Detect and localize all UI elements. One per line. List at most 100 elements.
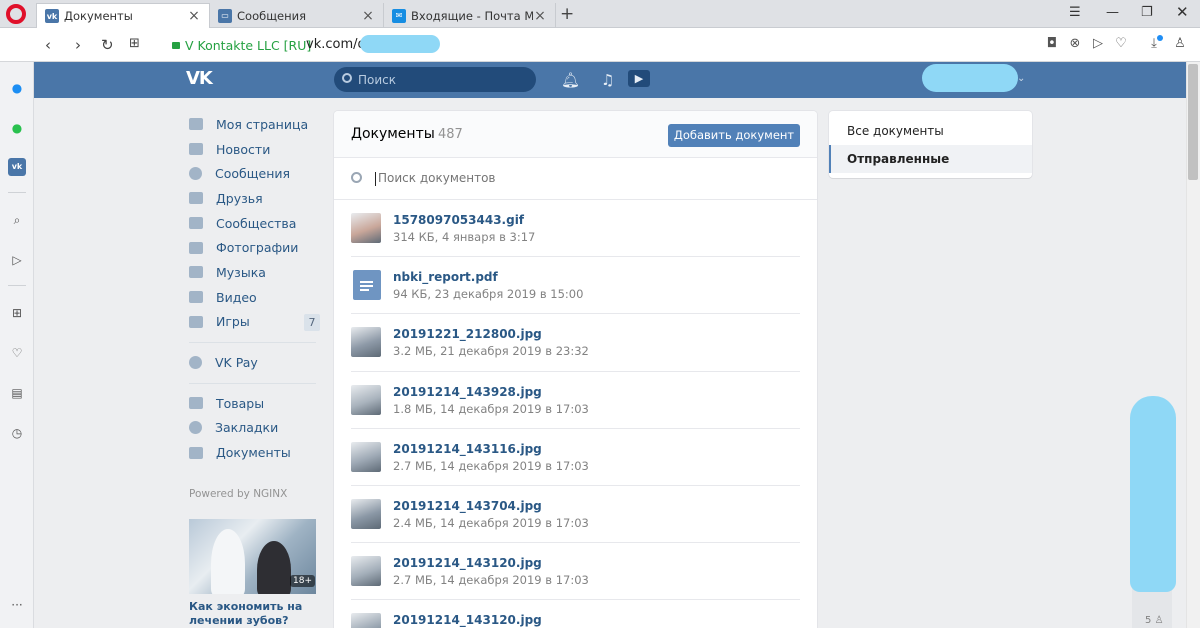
menu-label: Сообщения	[215, 166, 291, 182]
messages-icon	[189, 167, 202, 181]
menu-label: Моя страница	[216, 116, 309, 132]
menu-item-goods[interactable]: Товары	[186, 391, 326, 416]
minimize-icon[interactable]: —	[1106, 5, 1119, 20]
groups-icon	[189, 217, 203, 230]
menu-item-messages[interactable]: Сообщения	[186, 161, 326, 186]
document-name[interactable]: nbki_report.pdf	[393, 270, 498, 284]
messenger-icon[interactable]: ●	[8, 79, 26, 97]
menu-item-friends[interactable]: Друзья	[186, 186, 326, 211]
menu-item-music[interactable]: Музыка	[186, 260, 326, 285]
reload-icon[interactable]: ↻	[101, 36, 114, 54]
document-thumbnail[interactable]	[351, 441, 381, 472]
filter-sent[interactable]: Отправленные	[829, 145, 1032, 173]
tab-mail[interactable]: ✉ Входящие - Почта Mail.ru ×	[384, 3, 556, 28]
history-icon[interactable]: ◷	[8, 424, 26, 442]
maximize-icon[interactable]: ❐	[1141, 5, 1153, 20]
ad-title[interactable]: Как экономить на лечении зубов?	[189, 600, 319, 628]
menu-label: Видео	[216, 289, 257, 305]
news-icon[interactable]: ▤	[8, 384, 26, 402]
document-row[interactable]: 20191214_143704.jpg 2.4 МБ, 14 декабря 20…	[351, 486, 800, 544]
opera-logo-icon[interactable]	[6, 4, 26, 24]
menu-label: Игры	[216, 314, 250, 330]
menu-item-bookmarks[interactable]: Закладки	[186, 416, 326, 441]
document-row[interactable]: nbki_report.pdf 94 КБ, 23 декабря 2019 в …	[351, 257, 800, 315]
menu-item-groups[interactable]: Сообщества	[186, 211, 326, 236]
send-icon[interactable]: ▷	[1090, 36, 1106, 52]
whatsapp-icon[interactable]: ●	[8, 119, 26, 137]
flow-icon[interactable]: ▷	[8, 251, 26, 269]
bell-icon[interactable]: 🔔︎	[561, 71, 580, 89]
mini-chat-count[interactable]: 5 ♙	[1145, 615, 1164, 626]
camera-icon[interactable]: ◘	[1044, 36, 1060, 52]
divider	[8, 285, 26, 286]
document-thumbnail[interactable]	[351, 384, 381, 415]
documents-search-input[interactable]	[378, 171, 758, 185]
player-play-icon[interactable]: ▶	[628, 70, 650, 87]
menu-item-news[interactable]: Новости	[186, 137, 326, 162]
menu-item-games[interactable]: Игры 7	[186, 310, 326, 335]
document-thumbnail[interactable]	[351, 327, 381, 358]
vk-logo-icon[interactable]: VK	[186, 68, 213, 89]
vk-search-input[interactable]: Поиск	[334, 67, 536, 92]
document-name[interactable]: 20191214_143704.jpg	[393, 499, 542, 513]
speed-dial-icon[interactable]: ⊞	[8, 304, 26, 322]
document-thumbnail[interactable]	[351, 498, 381, 529]
menu-item-video[interactable]: Видео	[186, 285, 326, 310]
tab-menu-icon[interactable]: ☰	[1069, 5, 1081, 20]
text-caret	[375, 172, 376, 186]
document-row[interactable]: 20191214_143120.jpg	[351, 600, 800, 628]
bookmarks-icon[interactable]: ♡	[8, 344, 26, 362]
menu-item-vkpay[interactable]: VK Pay	[186, 350, 326, 375]
chevron-down-icon[interactable]: ⌄	[1017, 73, 1025, 84]
tab-documents[interactable]: vk Документы ×	[36, 3, 210, 28]
document-thumbnail[interactable]	[351, 613, 381, 628]
document-row[interactable]: 20191214_143928.jpg 1.8 МБ, 14 декабря 20…	[351, 372, 800, 429]
documents-panel: Документы 487 Добавить документ 15780970…	[334, 111, 817, 628]
search-icon	[351, 172, 362, 183]
document-name[interactable]: 1578097053443.gif	[393, 213, 524, 227]
document-name[interactable]: 20191214_143120.jpg	[393, 613, 542, 627]
more-icon[interactable]: ···	[8, 596, 26, 614]
document-thumbnail[interactable]	[351, 213, 381, 243]
speed-dial-icon[interactable]: ⊞	[129, 36, 140, 51]
profile-icon[interactable]: ♙	[1172, 36, 1188, 52]
document-name[interactable]: 20191214_143120.jpg	[393, 556, 542, 570]
add-document-button[interactable]: Добавить документ	[668, 124, 800, 147]
adblock-icon[interactable]: ⊗	[1067, 36, 1083, 52]
close-icon[interactable]: ×	[361, 8, 375, 24]
vk-sidebar-icon[interactable]: vk	[8, 158, 26, 176]
tab-messages[interactable]: ▭ Сообщения ×	[210, 3, 384, 28]
search-icon[interactable]: ⌕	[8, 211, 26, 229]
document-name[interactable]: 20191221_212800.jpg	[393, 327, 542, 341]
document-row[interactable]: 20191221_212800.jpg 3.2 МБ, 21 декабря 20…	[351, 314, 800, 372]
menu-item-my-page[interactable]: Моя страница	[186, 112, 326, 137]
close-icon[interactable]: ×	[187, 8, 201, 24]
documents-search[interactable]	[334, 158, 817, 200]
photo-icon	[189, 241, 203, 254]
menu-item-documents[interactable]: Документы	[186, 440, 326, 465]
document-row[interactable]: 20191214_143116.jpg 2.7 МБ, 14 декабря 20…	[351, 429, 800, 486]
file-icon[interactable]	[353, 270, 381, 301]
redacted-url-mask	[360, 35, 440, 53]
redacted-user-mask[interactable]	[922, 64, 1018, 92]
document-row[interactable]: 20191214_143120.jpg 2.7 МБ, 14 декабря 20…	[351, 543, 800, 601]
document-thumbnail[interactable]	[351, 556, 381, 587]
music-icon	[189, 266, 203, 279]
document-name[interactable]: 20191214_143928.jpg	[393, 385, 542, 399]
secure-badge[interactable]: V Kontakte LLC [RU]	[172, 38, 311, 53]
heart-icon[interactable]: ♡	[1113, 36, 1129, 52]
close-window-icon[interactable]: ✕	[1176, 3, 1189, 21]
forward-icon[interactable]: ›	[75, 36, 81, 54]
opera-sidebar: ● ● vk ⌕ ▷ ⊞ ♡ ▤ ◷ ···	[0, 62, 34, 628]
document-row[interactable]: 1578097053443.gif 314 КБ, 4 января в 3:17	[351, 200, 800, 258]
music-note-icon[interactable]: ♫	[601, 71, 614, 89]
home-icon	[189, 118, 203, 131]
document-meta: 2.7 МБ, 14 декабря 2019 в 17:03	[393, 573, 589, 588]
filter-all-documents[interactable]: Все документы	[829, 117, 1032, 145]
scrollbar-thumb[interactable]	[1188, 64, 1198, 180]
menu-item-photos[interactable]: Фотографии	[186, 235, 326, 260]
new-tab-icon[interactable]: +	[560, 4, 574, 24]
back-icon[interactable]: ‹	[45, 36, 51, 54]
close-icon[interactable]: ×	[533, 8, 547, 24]
document-name[interactable]: 20191214_143116.jpg	[393, 442, 542, 456]
